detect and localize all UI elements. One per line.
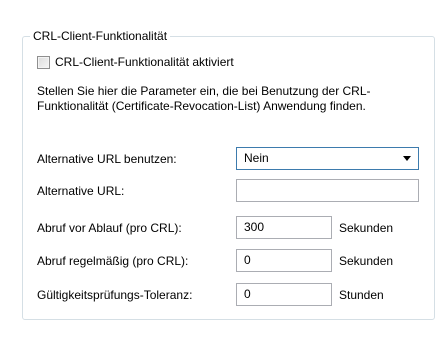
fetch-regular-unit: Sekunden	[339, 254, 394, 268]
alt-url-input[interactable]	[236, 179, 419, 202]
validity-tolerance-label: Gültigkeitsprüfungs-Toleranz:	[37, 288, 193, 302]
crl-settings-page: CRL-Client-Funktionalität CRL-Client-Fun…	[0, 0, 446, 345]
crl-client-enable-checkbox[interactable]	[37, 55, 50, 69]
chevron-down-icon[interactable]	[403, 156, 411, 161]
group-title: CRL-Client-Funktionalität	[30, 28, 171, 44]
validity-tolerance-unit: Stunden	[339, 288, 384, 302]
fetch-before-expiry-input[interactable]: 300	[236, 216, 332, 239]
fetch-regular-label: Abruf regelmäßig (pro CRL):	[37, 254, 189, 268]
alt-url-use-label: Alternative URL benutzen:	[37, 152, 177, 166]
fetch-before-expiry-unit: Sekunden	[339, 221, 394, 235]
crl-client-groupbox	[22, 36, 435, 320]
alt-url-use-selected: Nein	[244, 151, 269, 165]
alt-url-label: Alternative URL:	[37, 184, 125, 198]
validity-tolerance-input[interactable]: 0	[236, 283, 332, 306]
crl-client-enable-label[interactable]: CRL-Client-Funktionalität aktiviert	[55, 55, 234, 69]
crl-client-enable-row[interactable]: CRL-Client-Funktionalität aktiviert	[37, 55, 234, 69]
description-text: Stellen Sie hier die Parameter ein, die …	[37, 84, 371, 113]
alt-url-use-select[interactable]: Nein	[236, 147, 419, 170]
fetch-before-expiry-label: Abruf vor Ablauf (pro CRL):	[37, 221, 182, 235]
fetch-regular-input[interactable]: 0	[236, 249, 332, 272]
